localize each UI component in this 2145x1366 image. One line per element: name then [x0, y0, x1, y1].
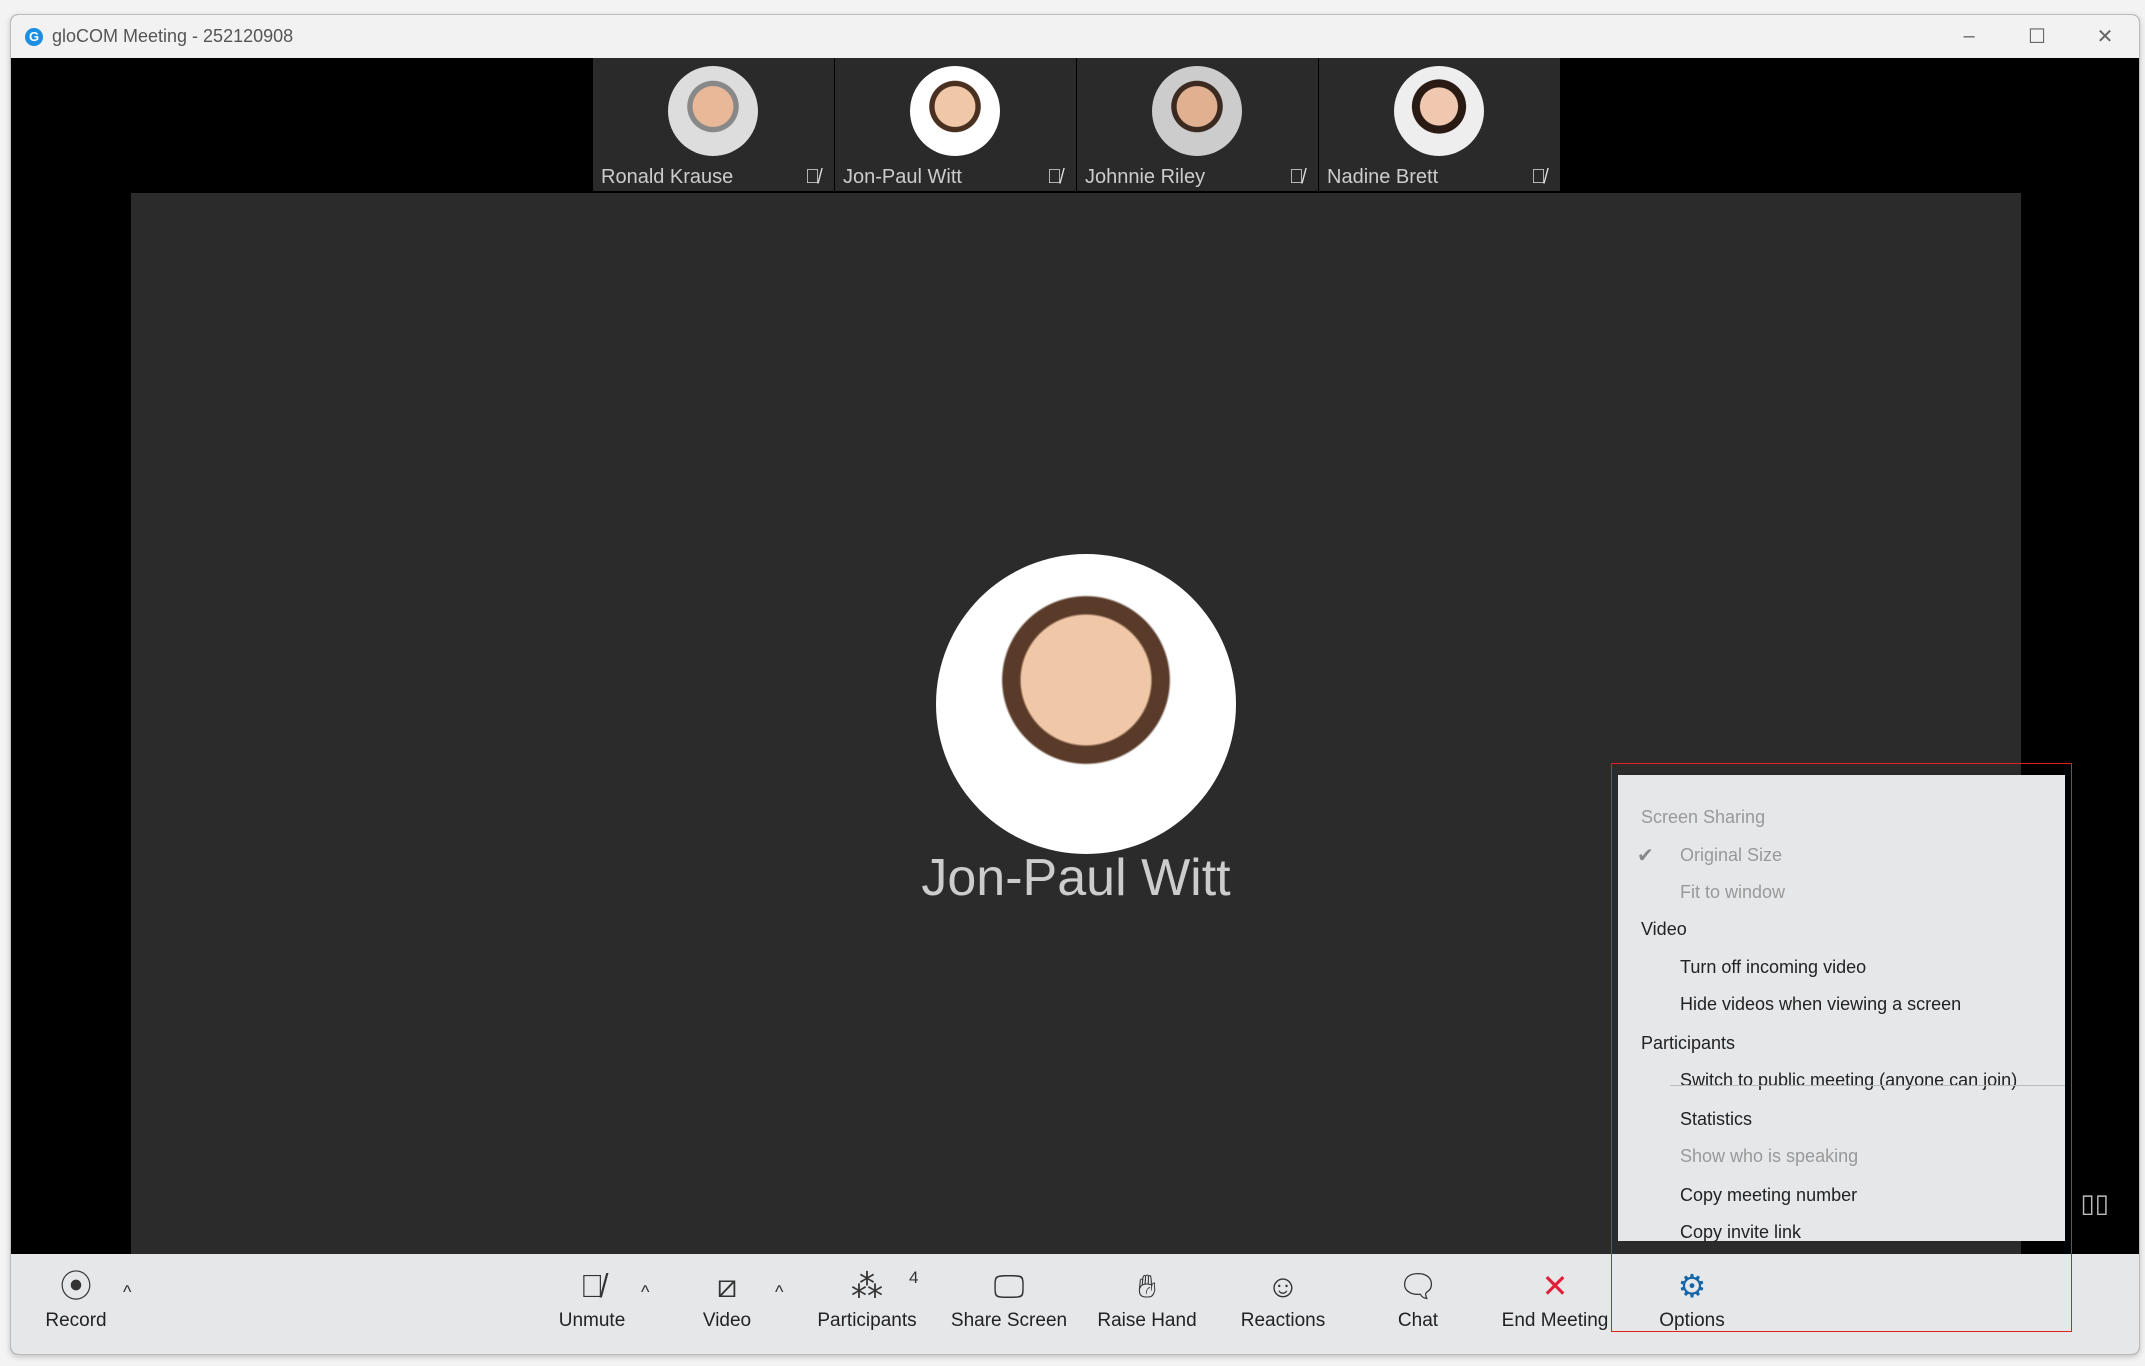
gallery-view-icon[interactable]: ▯▯ [2080, 1188, 2109, 1219]
record-icon: ⦿ [59, 1268, 92, 1304]
menu-item-copy-invite-link[interactable]: Copy invite link [1680, 1222, 1801, 1243]
chat-button[interactable]: 🗨︎ Chat [1398, 1254, 1439, 1354]
menu-separator [1670, 1085, 2065, 1086]
close-button[interactable]: ✕ [2071, 15, 2139, 58]
menu-item-fit-to-window[interactable]: Fit to window [1680, 882, 1785, 903]
gear-icon: ⚙ [1677, 1268, 1707, 1304]
mic-muted-icon: 🎙̸ [1047, 166, 1062, 188]
video-options-caret[interactable]: ^ [775, 1282, 783, 1303]
participant-name: Ronald Krause [601, 166, 734, 188]
participants-icon: ⁂ [851, 1268, 883, 1304]
participant-thumbnail[interactable]: Jon-Paul Witt 🎙̸ [835, 58, 1076, 191]
menu-item-show-speaking[interactable]: Show who is speaking [1680, 1146, 1858, 1167]
participant-thumbnails: Ronald Krause 🎙̸ Jon-Paul Witt 🎙̸ Johnnie … [593, 58, 1561, 191]
meeting-toolbar: ⦿ Record ^ 🎙̸ Unmute ^ ⧄ Video ^ ⁂ Participa… [11, 1254, 2139, 1354]
maximize-button[interactable]: ☐ [2003, 15, 2071, 58]
mic-muted-icon: 🎙̸ [580, 1268, 604, 1304]
hand-icon: ✋︎ [1137, 1268, 1157, 1304]
mic-muted-icon: 🎙̸ [805, 166, 820, 188]
speaker-avatar [936, 554, 1236, 854]
end-meeting-button[interactable]: ✕ End Meeting [1502, 1254, 1609, 1354]
chat-icon: 🗨︎ [1397, 1268, 1439, 1304]
unmute-button[interactable]: 🎙̸ Unmute [559, 1254, 626, 1354]
share-screen-icon: 🖵 [993, 1268, 1025, 1304]
share-screen-button[interactable]: 🖵 Share Screen [951, 1254, 1067, 1354]
menu-header-video: Video [1641, 919, 1687, 939]
avatar [910, 66, 1000, 156]
avatar [1152, 66, 1242, 156]
minimize-button[interactable]: – [1935, 15, 2003, 58]
options-button[interactable]: ⚙ Options [1659, 1254, 1724, 1354]
avatar [668, 66, 758, 156]
menu-header-screen-sharing: Screen Sharing [1641, 807, 1766, 827]
smiley-icon: ☺ [1266, 1268, 1300, 1304]
record-button[interactable]: ⦿ Record [45, 1254, 106, 1354]
menu-header-participants: Participants [1641, 1033, 1736, 1053]
record-options-caret[interactable]: ^ [123, 1282, 131, 1303]
raise-hand-button[interactable]: ✋︎ Raise Hand [1097, 1254, 1196, 1354]
participants-count: 4 [909, 1268, 919, 1287]
participant-thumbnail[interactable]: Ronald Krause 🎙̸ [593, 58, 834, 191]
participant-name: Johnnie Riley [1085, 166, 1206, 188]
menu-item-statistics[interactable]: Statistics [1680, 1109, 1752, 1130]
participant-name: Nadine Brett [1327, 166, 1439, 188]
menu-item-copy-meeting-number[interactable]: Copy meeting number [1680, 1185, 1857, 1206]
checkmark-icon: ✔ [1637, 845, 1654, 867]
reactions-button[interactable]: ☺ Reactions [1241, 1254, 1326, 1354]
avatar [1394, 66, 1484, 156]
menu-item-switch-public[interactable]: Switch to public meeting (anyone can joi… [1680, 1070, 2017, 1091]
window-title: gloCOM Meeting - 252120908 [52, 26, 294, 46]
video-button[interactable]: ⧄ Video [703, 1254, 751, 1354]
video-off-icon: ⧄ [716, 1268, 738, 1304]
mic-muted-icon: 🎙̸ [1289, 166, 1304, 188]
participants-button[interactable]: ⁂ Participants [817, 1254, 916, 1354]
mic-muted-icon: 🎙̸ [1531, 166, 1546, 188]
participant-thumbnail[interactable]: Johnnie Riley 🎙̸ [1077, 58, 1318, 191]
menu-item-hide-videos[interactable]: Hide videos when viewing a screen [1680, 994, 1961, 1015]
audio-options-caret[interactable]: ^ [641, 1282, 649, 1303]
participant-thumbnail[interactable]: Nadine Brett 🎙̸ [1319, 58, 1560, 191]
title-bar: G gloCOM Meeting - 252120908 – ☐ ✕ [11, 15, 2139, 58]
close-icon: ✕ [1541, 1268, 1569, 1304]
menu-item-turn-off-incoming-video[interactable]: Turn off incoming video [1680, 957, 1866, 978]
participant-name: Jon-Paul Witt [843, 166, 962, 188]
app-logo-icon: G [25, 27, 43, 46]
menu-item-original-size[interactable]: Original Size [1680, 845, 1782, 866]
